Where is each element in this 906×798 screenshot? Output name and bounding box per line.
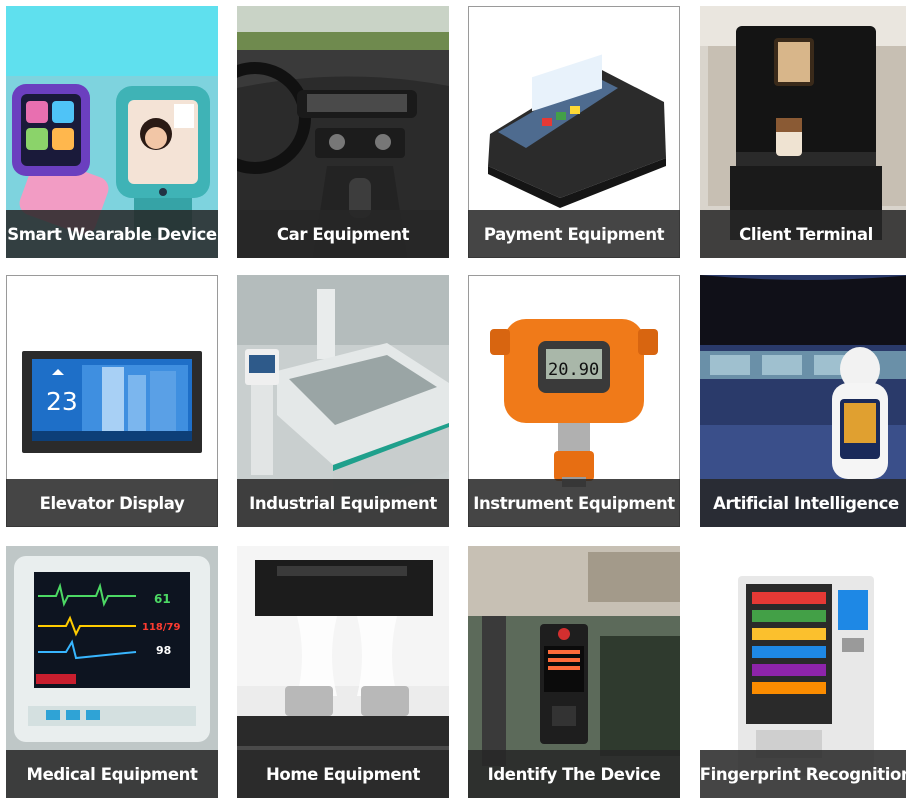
tile-caption: Artificial Intelligence [700, 479, 906, 527]
tile-caption: Elevator Display [6, 479, 218, 527]
tile-identify-the-device[interactable]: Identify The Device [468, 546, 680, 798]
monitor-spo2: 98 [156, 644, 172, 657]
tile-instrument-equipment[interactable]: 20.90 Instrument Equipment [468, 275, 680, 527]
tile-client-terminal[interactable]: Client Terminal [700, 6, 906, 258]
tile-caption: Client Terminal [700, 210, 906, 258]
tile-car-equipment[interactable]: Car Equipment [237, 6, 449, 258]
gas-reading: 20.90 [548, 360, 600, 380]
tile-elevator-display[interactable]: 23 Elevator Display [6, 275, 218, 527]
tile-caption: Smart Wearable Device [6, 210, 218, 258]
tile-caption: Medical Equipment [6, 750, 218, 798]
tile-smart-wearable-device[interactable]: Smart Wearable Device [6, 6, 218, 258]
monitor-blood-pressure: 118/79 [142, 622, 181, 633]
tile-medical-equipment[interactable]: 61 118/79 98 Medical Equipment [6, 546, 218, 798]
elevator-floor-number: 23 [46, 387, 78, 416]
tile-caption: Industrial Equipment [237, 479, 449, 527]
tile-artificial-intelligence[interactable]: Artificial Intelligence [700, 275, 906, 527]
tile-payment-equipment[interactable]: Payment Equipment [468, 6, 680, 258]
tile-fingerprint-recognition[interactable]: Fingerprint Recognition [700, 546, 906, 798]
tile-caption: Car Equipment [237, 210, 449, 258]
tile-caption: Home Equipment [237, 750, 449, 798]
monitor-heart-rate: 61 [154, 592, 171, 606]
tile-industrial-equipment[interactable]: Industrial Equipment [237, 275, 449, 527]
tile-caption: Instrument Equipment [468, 479, 680, 527]
tile-caption: Identify The Device [468, 750, 680, 798]
tile-caption: Fingerprint Recognition [700, 750, 906, 798]
tile-home-equipment[interactable]: Home Equipment [237, 546, 449, 798]
tile-caption: Payment Equipment [468, 210, 680, 258]
